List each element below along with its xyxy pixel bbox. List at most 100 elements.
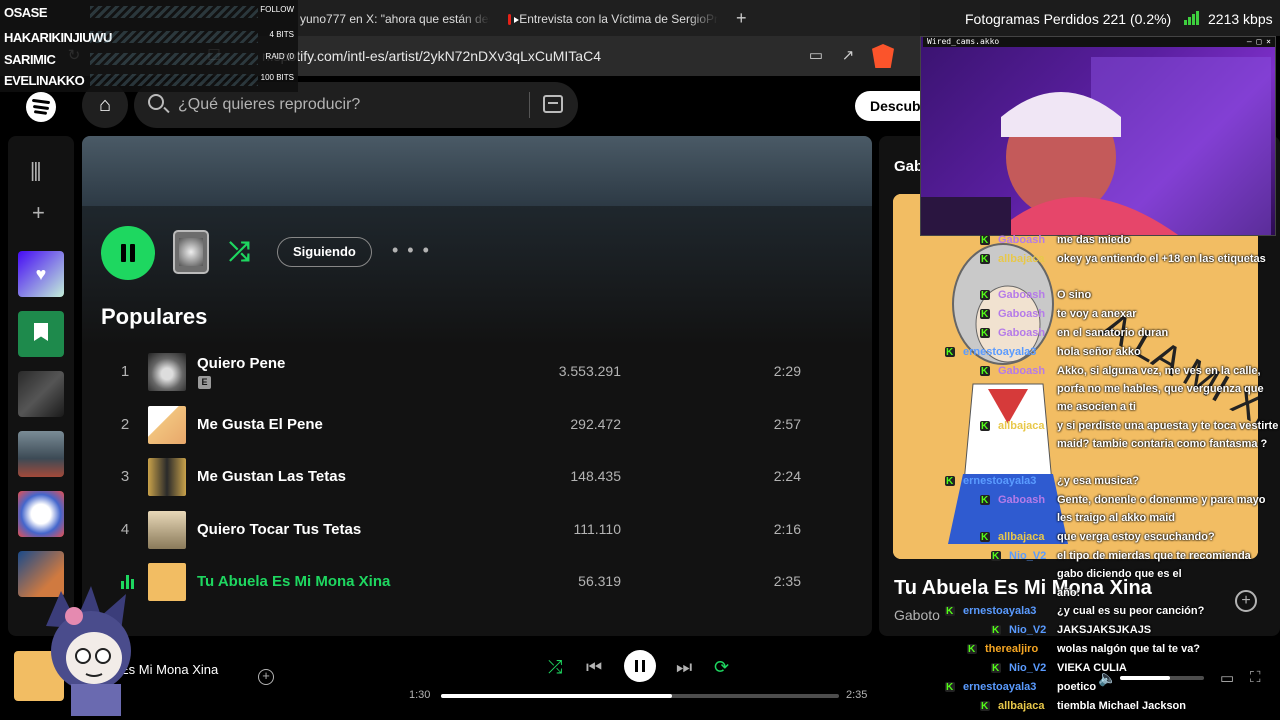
- library-playlist-item[interactable]: [18, 371, 64, 417]
- kick-badge-icon: [945, 473, 955, 491]
- track-cover: [148, 511, 186, 549]
- stream-alerts-overlay: OSASE FOLLOW HAKARIKINJIUWU 4 BITS SARIM…: [0, 0, 298, 92]
- home-icon: ⌂: [98, 94, 112, 116]
- webcam-title: Wired_cams.akko: [927, 37, 1000, 46]
- track-duration: 2:35: [773, 573, 801, 589]
- chat-message: Nio_V2 el tipo de mierdas que te recomien…: [940, 547, 1280, 580]
- chat-text: en el sanatorio duran: [1057, 327, 1169, 339]
- next-icon[interactable]: ⏭: [676, 657, 692, 678]
- chat-text: hola señor akko: [1057, 346, 1141, 358]
- chat-username[interactable]: ernestoayala3: [963, 343, 1036, 361]
- chat-username[interactable]: Nio_V2: [1009, 659, 1046, 677]
- player-pause-button[interactable]: [624, 650, 656, 682]
- pause-button[interactable]: [101, 226, 155, 280]
- kick-badge-icon: [991, 660, 1001, 678]
- now-playing-artist[interactable]: Gaboto: [894, 607, 940, 623]
- library-playlist-item[interactable]: [18, 491, 64, 537]
- alert-info: 100 BITS: [260, 73, 294, 82]
- chat-username[interactable]: ernestoayala3: [963, 678, 1036, 696]
- chat-username[interactable]: ernestoayala3: [963, 602, 1036, 620]
- track-number: 1: [120, 363, 130, 380]
- track-row[interactable]: 3 Me Gustan Las Tetas 148.435 2:24: [101, 454, 861, 502]
- shuffle-icon[interactable]: ⤮: [229, 236, 250, 268]
- chat-username[interactable]: Nio_V2: [1009, 547, 1046, 565]
- url-field[interactable]: n.spotify.com/intl-es/artist/2ykN72nDXv3…: [262, 48, 601, 64]
- library-icon[interactable]: |||: [30, 160, 42, 183]
- chat-text: año:: [1057, 587, 1081, 599]
- bitrate: 2213 kbps: [1208, 11, 1273, 27]
- elapsed-time: 1:30: [409, 689, 431, 701]
- kick-badge-icon: [980, 529, 990, 547]
- kick-badge-icon: [980, 363, 990, 381]
- player-add-icon[interactable]: +: [258, 669, 274, 685]
- webcam-window: Wired_cams.akko — □ ×: [920, 36, 1276, 236]
- chat-username[interactable]: allbajaca: [998, 528, 1044, 546]
- track-row-playing[interactable]: Tu Abuela Es Mi Mona Xina 56.319 2:35: [101, 559, 861, 607]
- chat-text: ¿y cual es su peor canción?: [1057, 605, 1205, 617]
- new-tab-button[interactable]: +: [736, 8, 747, 29]
- share-icon[interactable]: ↗: [838, 46, 858, 66]
- alert-info: FOLLOW: [260, 5, 294, 14]
- chat-username[interactable]: Gaboash: [998, 362, 1045, 380]
- track-row[interactable]: 4 Quiero Tocar Tus Tetas 111.110 2:16: [101, 507, 861, 555]
- chat-text: okey ya entiendo el +18 en las etiquetas: [1057, 253, 1266, 265]
- search-input[interactable]: [178, 92, 518, 118]
- browser-tab-x[interactable]: yuno777 en X: "ahora que están dest: [300, 6, 490, 32]
- progress-bar[interactable]: [441, 694, 839, 698]
- chat-message: Gaboash en el sanatorio duran: [940, 324, 1280, 343]
- chat-message: Gaboash O sino: [940, 286, 1280, 305]
- track-title[interactable]: Quiero Pene: [197, 355, 285, 372]
- repeat-icon[interactable]: ⟳: [714, 657, 729, 678]
- track-row[interactable]: 2 Me Gusta El Pene 292.472 2:57: [101, 402, 861, 450]
- chat-username[interactable]: Nio_V2: [1009, 621, 1046, 639]
- alert-name: EVELINAKKO: [4, 73, 85, 88]
- chat-username[interactable]: Gaboash: [998, 305, 1045, 323]
- chat-text: y si perdiste una apuesta y te toca vest…: [1057, 420, 1279, 450]
- chat-username[interactable]: allbajaca: [998, 250, 1044, 268]
- signal-icon: [1184, 11, 1200, 25]
- alert-name: OSASE: [4, 5, 48, 20]
- cast-icon[interactable]: ▭: [806, 46, 826, 66]
- library-playlist-item[interactable]: [18, 431, 64, 477]
- kick-badge-icon: [980, 232, 990, 250]
- follow-button[interactable]: Siguiendo: [277, 237, 372, 267]
- liked-songs-item[interactable]: ♥: [18, 251, 64, 297]
- chat-text: te voy a anexar: [1057, 308, 1137, 320]
- browser-tab-youtube[interactable]: Entrevista con la Víctima de SergioPr: [508, 6, 718, 32]
- now-playing-preview[interactable]: [173, 230, 209, 274]
- kick-badge-icon: [991, 622, 1001, 640]
- spotify-logo-icon[interactable]: [26, 92, 56, 122]
- track-title[interactable]: Me Gustan Las Tetas: [197, 468, 346, 485]
- track-cover: [148, 406, 186, 444]
- kick-badge-icon: [980, 287, 990, 305]
- track-title[interactable]: Quiero Tocar Tus Tetas: [197, 521, 361, 538]
- track-duration: 2:29: [773, 363, 801, 379]
- track-title[interactable]: Tu Abuela Es Mi Mona Xina: [197, 573, 390, 590]
- stream-stats: Fotogramas Perdidos 221 (0.2%) 2213 kbps: [920, 0, 1280, 36]
- create-playlist-icon[interactable]: +: [32, 200, 45, 226]
- saved-episodes-item[interactable]: [18, 311, 64, 357]
- previous-icon[interactable]: ⏮: [586, 657, 602, 678]
- chat-message: Nio_V2 VIEKA CULIA: [940, 659, 1280, 678]
- search-divider: [529, 92, 530, 118]
- chat-username[interactable]: Gaboash: [998, 286, 1045, 304]
- kick-badge-icon: [991, 548, 1001, 566]
- chat-username[interactable]: Gaboash: [998, 491, 1045, 509]
- chat-username[interactable]: allbajaca: [998, 417, 1044, 435]
- alert-row: OSASE FOLLOW: [0, 2, 298, 23]
- shuffle-icon[interactable]: ⤮: [548, 657, 562, 678]
- chat-username[interactable]: therealjiro: [985, 640, 1038, 658]
- chat-text: que verga estoy escuchando?: [1057, 531, 1215, 543]
- track-plays: 148.435: [570, 468, 621, 484]
- chat-message: Nio_V2 JAKSJAKSJKAJS: [940, 621, 1280, 640]
- more-options-icon[interactable]: • • •: [392, 240, 431, 261]
- chat-username[interactable]: Gaboash: [998, 231, 1045, 249]
- track-row[interactable]: 1 Quiero Pene E 3.553.291 2:29: [101, 349, 861, 397]
- chat-username[interactable]: Gaboash: [998, 324, 1045, 342]
- track-title[interactable]: Me Gusta El Pene: [197, 416, 323, 433]
- brave-shield-icon[interactable]: [872, 44, 894, 68]
- chat-username[interactable]: allbajaca: [998, 697, 1044, 715]
- browse-icon[interactable]: [543, 95, 563, 113]
- track-plays: 111.110: [573, 521, 622, 537]
- chat-username[interactable]: ernestoayala3: [963, 472, 1036, 490]
